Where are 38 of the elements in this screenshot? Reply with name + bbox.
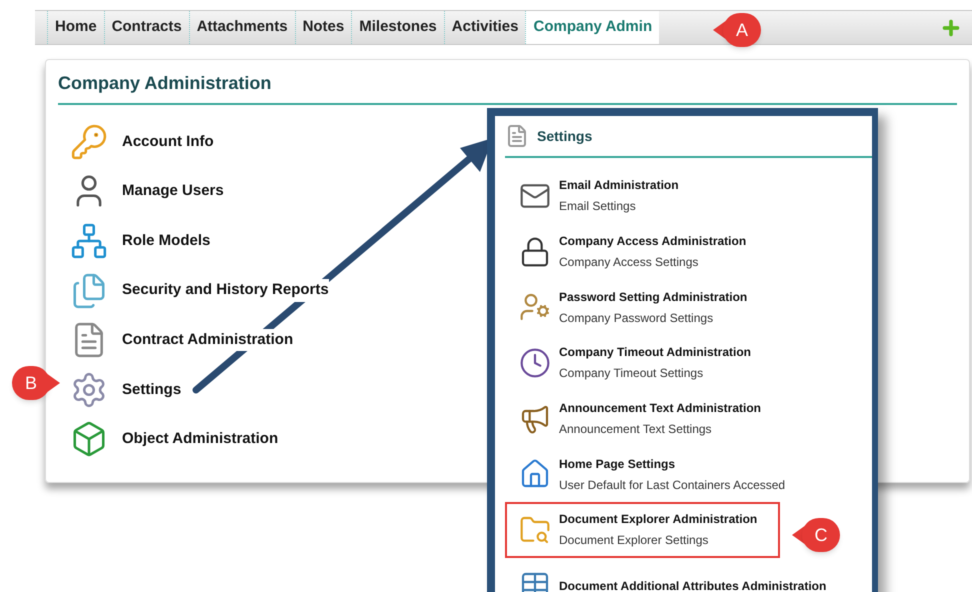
item-title: Document Additional Attributes Administration xyxy=(559,578,826,592)
document-icon xyxy=(505,124,529,148)
admin-link[interactable]: Contract Administration xyxy=(122,328,294,352)
tab[interactable]: Contracts xyxy=(104,11,189,44)
lock-icon xyxy=(519,236,551,268)
tab[interactable]: Company Admin xyxy=(525,11,660,44)
item-subtitle: Announcement Text Settings xyxy=(559,421,713,438)
item-title: Document Explorer Administration xyxy=(559,511,758,528)
panel-title: Company Administration xyxy=(58,70,957,105)
settings-item[interactable]: Document Additional Attributes Administration xyxy=(505,558,836,592)
item-title: Announcement Text Administration xyxy=(559,400,762,418)
settings-item[interactable]: Announcement Text Administration Announcement Text Settings xyxy=(505,390,780,446)
popup-title: Settings xyxy=(537,126,592,146)
key-icon xyxy=(70,122,108,161)
item-subtitle: Document Explorer Settings xyxy=(559,532,710,550)
item-subtitle: Company Access Settings xyxy=(559,254,700,272)
settings-item[interactable]: Password Setting Administration Company Password Settings xyxy=(505,279,780,336)
item-title: Company Timeout Administration xyxy=(559,344,752,362)
item-subtitle: Email Settings xyxy=(559,198,637,216)
hierarchy-icon xyxy=(70,222,108,260)
tab[interactable]: Home xyxy=(47,11,104,44)
item-title: Password Setting Administration xyxy=(559,288,748,306)
item-subtitle: Company Password Settings xyxy=(559,310,714,327)
admin-link[interactable]: Security and History Reports xyxy=(122,279,329,302)
highlighted-settings-item[interactable]: Document Explorer Administration Document Explorer Settings xyxy=(505,502,780,558)
tab[interactable]: Attachments xyxy=(188,11,295,44)
item-subtitle: Company Timeout Settings xyxy=(559,365,704,382)
item-title: Company Access Administration xyxy=(559,233,746,250)
clock-icon xyxy=(519,346,551,379)
item-subtitle: User Default for Last Containers Accessed xyxy=(559,476,786,494)
settings-item[interactable]: Company Timeout Administration Company Timeout Settings xyxy=(505,335,780,391)
item-title: Email Administration xyxy=(559,177,679,194)
settings-item[interactable]: Home Page Settings User Default for Last Containers Accessed xyxy=(505,446,796,502)
tab[interactable]: Milestones xyxy=(351,11,444,44)
tab[interactable]: Notes xyxy=(294,11,352,44)
item-title: Home Page Settings xyxy=(559,456,676,473)
settings-item[interactable]: Company Access Administration Company Access Settings xyxy=(505,224,780,280)
settings-item[interactable]: Email Administration Email Settings xyxy=(505,168,780,224)
